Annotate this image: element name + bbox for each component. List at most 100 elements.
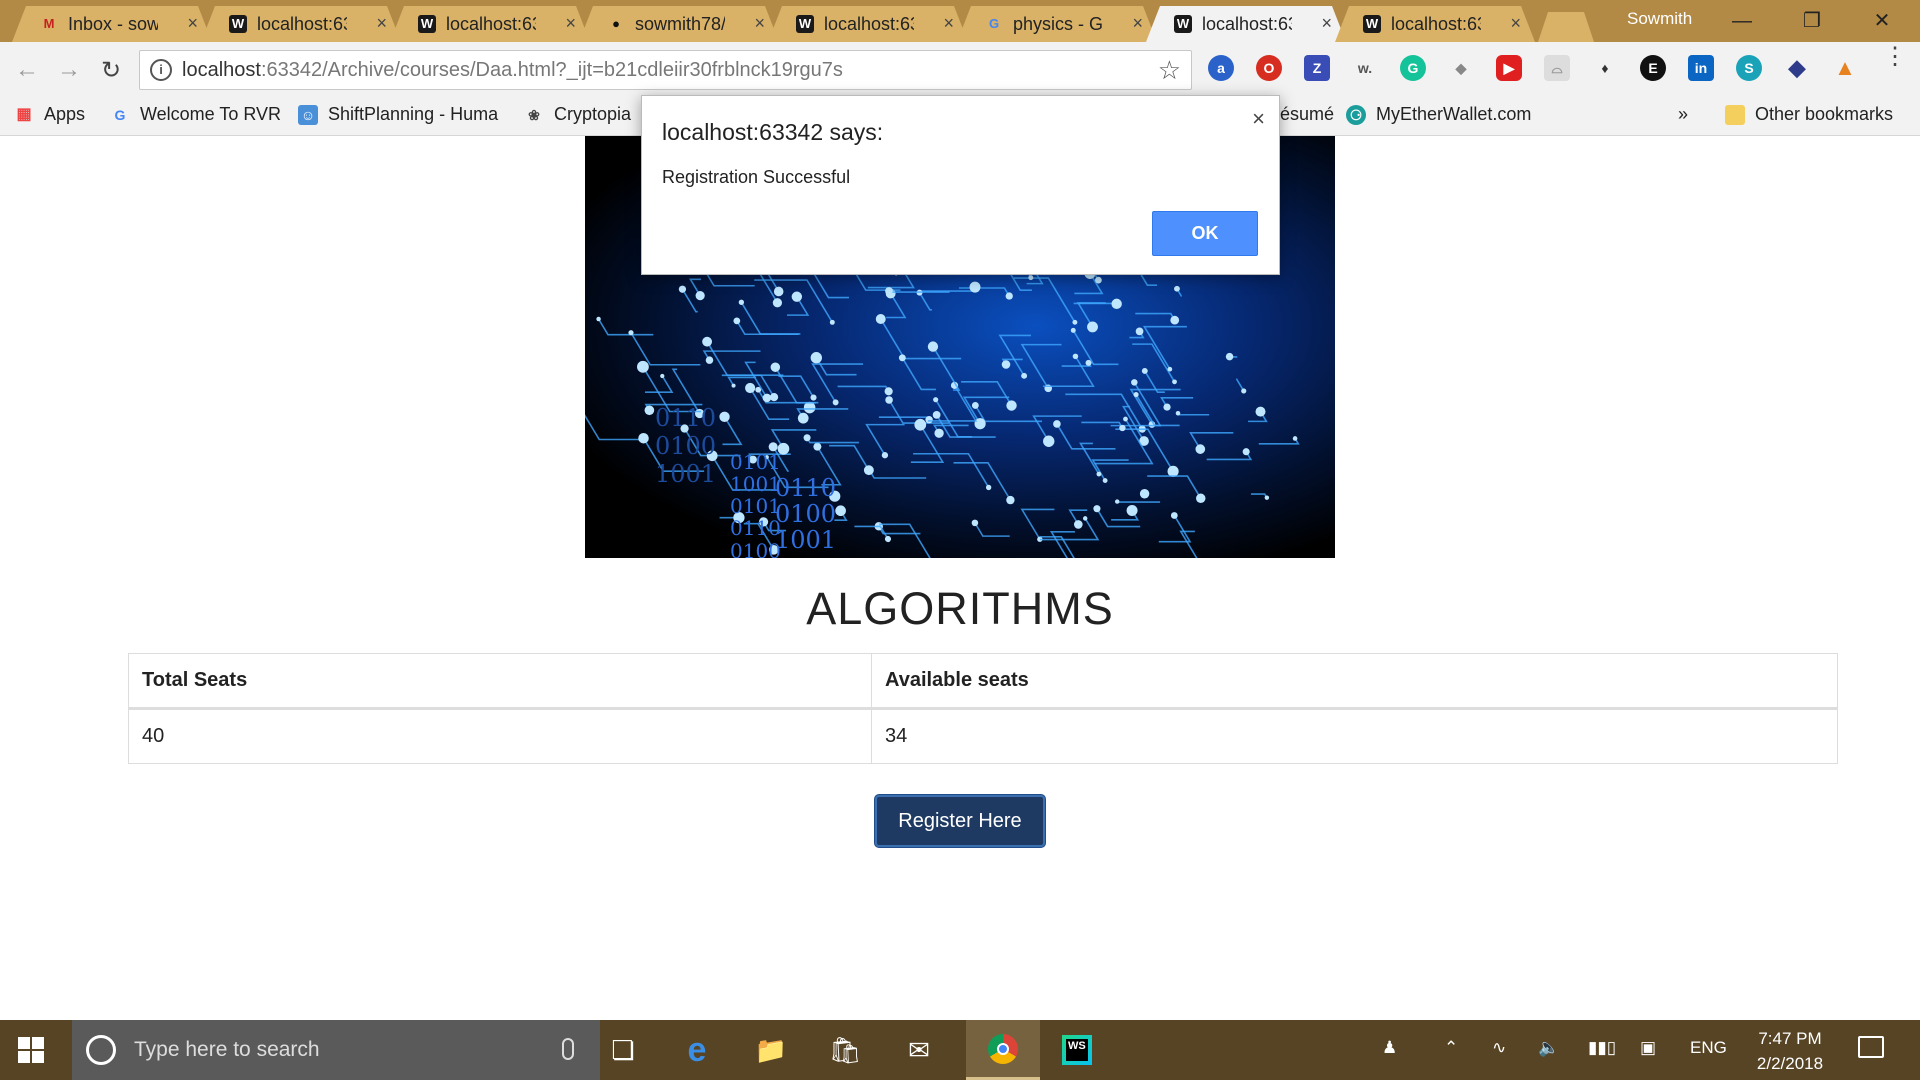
volume-icon[interactable]: 🔈: [1538, 1038, 1559, 1058]
bookmark-shiftplanning[interactable]: ☺ ShiftPlanning - Huma: [298, 104, 498, 125]
close-tab-icon[interactable]: ×: [754, 13, 765, 34]
linkedin-icon[interactable]: in: [1688, 55, 1714, 81]
dropbox-icon[interactable]: ◆: [1448, 55, 1474, 81]
circuit-trace: [1020, 343, 1062, 389]
microphone-icon[interactable]: [562, 1038, 574, 1060]
info-icon[interactable]: i: [150, 59, 172, 81]
close-tab-icon[interactable]: ×: [565, 13, 576, 34]
close-tab-icon[interactable]: ×: [1321, 13, 1332, 34]
show-hidden-icons-chevron-icon[interactable]: ⌃: [1444, 1038, 1458, 1058]
taskbar-search-box[interactable]: Type here to search: [72, 1020, 600, 1080]
people-icon[interactable]: ♟: [1382, 1038, 1397, 1058]
tab-3[interactable]: Wlocalhost:63 ×: [390, 6, 590, 42]
circuit-node: [1255, 406, 1266, 417]
register-button[interactable]: Register Here: [875, 795, 1045, 847]
bookmark-other[interactable]: Other bookmarks: [1725, 104, 1893, 125]
display-icon[interactable]: ▣: [1640, 1038, 1656, 1058]
tab-4[interactable]: ● sowmith78/ ×: [579, 6, 779, 42]
bookmark-label: Welcome To RVR: [140, 104, 282, 124]
profile-name[interactable]: Sowmith: [1627, 9, 1692, 29]
circuit-node: [1087, 321, 1098, 333]
circuit-node: [1195, 444, 1206, 454]
menu-dots-icon[interactable]: ⋮: [1883, 45, 1907, 69]
circuit-node: [898, 354, 906, 362]
extension-z-icon[interactable]: Z: [1304, 55, 1330, 81]
extension-a-icon[interactable]: a: [1208, 55, 1234, 81]
circuit-node: [1043, 435, 1055, 447]
restore-icon[interactable]: ❐: [1792, 6, 1832, 36]
bookmark-myetherwallet[interactable]: ⚆ MyEtherWallet.com: [1346, 104, 1531, 125]
circuit-node: [695, 291, 705, 301]
evernote-icon[interactable]: ♦: [1592, 55, 1618, 81]
circuit-node: [1167, 465, 1179, 477]
edge-icon[interactable]: e: [660, 1020, 734, 1080]
task-view-icon[interactable]: ❏: [586, 1020, 660, 1080]
close-tab-icon[interactable]: ×: [1510, 13, 1521, 34]
url-text[interactable]: localhost:63342/Archive/courses/Daa.html…: [182, 59, 843, 82]
apps-grid-icon: ▦: [16, 105, 32, 123]
grammarly-icon[interactable]: G: [1400, 55, 1426, 81]
tab-1[interactable]: M Inbox - sow ×: [12, 6, 212, 42]
extension-w-icon[interactable]: w.: [1352, 55, 1378, 81]
minimize-icon[interactable]: —: [1722, 6, 1762, 36]
tab-label: localhost:63: [1391, 13, 1481, 34]
ok-button[interactable]: OK: [1152, 211, 1258, 256]
tab-6[interactable]: Gphysics - Go ×: [957, 6, 1157, 42]
system-clock[interactable]: 7:47 PM 2/2/2018: [1740, 1026, 1840, 1076]
webstorm-icon[interactable]: WS: [1040, 1020, 1114, 1080]
table-row: 40 34: [128, 708, 1838, 764]
pdf-icon[interactable]: ⌓: [1544, 55, 1570, 81]
action-center-icon[interactable]: [1858, 1036, 1884, 1058]
close-tab-icon[interactable]: ×: [187, 13, 198, 34]
back-arrow-icon[interactable]: ←: [12, 56, 42, 84]
circuit-node: [1126, 504, 1138, 516]
circuit-node: [933, 397, 939, 403]
bookmark-apps[interactable]: ▦ Apps: [14, 104, 85, 125]
forward-arrow-icon[interactable]: →: [54, 56, 84, 84]
bookmarks-overflow-button[interactable]: »: [1678, 104, 1688, 125]
close-tab-icon[interactable]: ×: [1132, 13, 1143, 34]
bookmark-welcome[interactable]: G Welcome To RVR: [110, 104, 282, 125]
column-header-available-seats: Available seats: [871, 653, 1838, 710]
bookmark-label: Other bookmarks: [1755, 104, 1894, 124]
close-window-icon[interactable]: ✕: [1862, 6, 1902, 36]
mail-icon[interactable]: ✉: [882, 1020, 956, 1080]
circuit-node: [1123, 416, 1128, 422]
close-tab-icon[interactable]: ×: [943, 13, 954, 34]
extension-s-icon[interactable]: S: [1736, 55, 1762, 81]
reload-icon[interactable]: ↻: [96, 56, 126, 85]
youtube-icon[interactable]: ▶: [1496, 55, 1522, 81]
circuit-node: [1264, 495, 1270, 500]
circuit-trace: [778, 375, 815, 398]
chrome-icon[interactable]: [966, 1020, 1040, 1080]
language-indicator[interactable]: ENG: [1690, 1038, 1727, 1058]
ethereum-icon[interactable]: ◆: [1784, 55, 1810, 81]
metamask-icon[interactable]: ▲: [1832, 55, 1858, 81]
close-tab-icon[interactable]: ×: [376, 13, 387, 34]
circuit-node: [1102, 478, 1108, 483]
circuit-node: [1082, 516, 1088, 521]
circuit-node: [1021, 372, 1028, 379]
tab-7[interactable]: Wlocalhost:63 ×: [1146, 6, 1346, 42]
circuit-trace: [932, 346, 961, 391]
wifi-icon[interactable]: ∿: [1492, 1038, 1506, 1058]
extension-opera-icon[interactable]: O: [1256, 55, 1282, 81]
circuit-trace: [749, 387, 790, 420]
store-icon[interactable]: 🛍: [808, 1020, 882, 1080]
tab-5[interactable]: Wlocalhost:63 ×: [768, 6, 968, 42]
bookmark-label: Apps: [44, 104, 86, 124]
file-explorer-icon[interactable]: 📁: [734, 1020, 808, 1080]
tab-2[interactable]: Wlocalhost:63 ×: [201, 6, 401, 42]
close-icon[interactable]: ×: [1252, 106, 1265, 132]
bookmark-cryptopia[interactable]: ❀ Cryptopia: [524, 104, 631, 125]
windows-start-icon[interactable]: [18, 1037, 44, 1063]
cortana-icon[interactable]: [86, 1035, 116, 1065]
tab-8[interactable]: Wlocalhost:63 ×: [1335, 6, 1535, 42]
bookmark-star-icon[interactable]: ☆: [1158, 55, 1181, 86]
circuit-trace: [865, 423, 905, 456]
bookmark-resume[interactable]: ésumé: [1280, 104, 1334, 125]
battery-icon[interactable]: ▮▮▯: [1588, 1038, 1616, 1058]
extension-e-icon[interactable]: E: [1640, 55, 1666, 81]
address-bar[interactable]: i localhost:63342/Archive/courses/Daa.ht…: [139, 50, 1192, 90]
new-tab-button[interactable]: [1538, 12, 1594, 42]
